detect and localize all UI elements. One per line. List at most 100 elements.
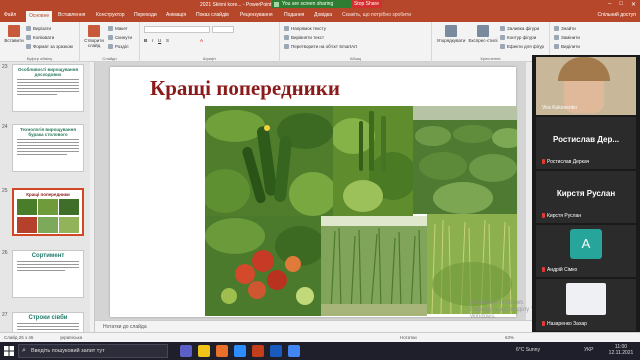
tab-file[interactable]: Файл bbox=[4, 12, 16, 18]
section-button[interactable]: Розділ bbox=[108, 44, 128, 50]
share-status-text: You are screen sharing bbox=[282, 1, 334, 7]
maximize-button[interactable]: □ bbox=[619, 1, 623, 8]
tab-help[interactable]: Довідка bbox=[314, 12, 332, 18]
participant-tile[interactable]: Назаренко Захар bbox=[536, 279, 636, 331]
participant-name: Vira Kukovenko bbox=[542, 105, 577, 111]
section-icon bbox=[108, 44, 113, 50]
weather-widget[interactable]: 6°C Sunny bbox=[516, 347, 540, 353]
participant-tile[interactable]: A Андрій Сімко bbox=[536, 225, 636, 277]
participant-video-tile[interactable]: Vira Kukovenko bbox=[536, 57, 636, 115]
tab-home[interactable]: Основне bbox=[26, 11, 53, 22]
align-text-button[interactable]: Вирівняти текст bbox=[284, 35, 324, 41]
muted-mic-icon bbox=[542, 213, 545, 219]
participant-avatar-placeholder bbox=[566, 283, 606, 315]
zoom-level[interactable]: 63% bbox=[505, 335, 514, 340]
shape-outline-button[interactable]: Контур фігури bbox=[500, 35, 536, 41]
font-color-button[interactable]: A bbox=[200, 38, 203, 43]
powerpoint-icon[interactable] bbox=[252, 345, 264, 357]
slide-thumbnail[interactable]: Особливості вирощування досходових bbox=[12, 64, 84, 112]
word-icon[interactable] bbox=[270, 345, 282, 357]
slide-thumbnails-pane[interactable]: 23 Особливості вирощування досходових 24… bbox=[0, 62, 95, 338]
new-slide-icon bbox=[88, 25, 100, 37]
thumb-title: Кращі попередники bbox=[26, 192, 70, 197]
underline-button[interactable]: U bbox=[158, 38, 161, 43]
tab-slideshow[interactable]: Показ слайдів bbox=[196, 12, 229, 18]
tab-animation[interactable]: Анімація bbox=[166, 12, 186, 18]
slide-thumbnail[interactable]: Сортимент bbox=[12, 250, 84, 298]
tomato-photo[interactable] bbox=[205, 216, 321, 316]
text-direction-button[interactable]: Напрямок тексту bbox=[284, 26, 326, 32]
shape-effects-label: Ефекти для фігур bbox=[507, 44, 545, 49]
notes-pane[interactable]: Нотатки до слайда bbox=[95, 320, 532, 332]
tab-design[interactable]: Конструктор bbox=[96, 12, 125, 18]
stop-share-button[interactable]: Stop Share bbox=[350, 0, 382, 8]
font-size-select[interactable] bbox=[212, 26, 234, 33]
quick-styles-label: Експрес-стилі bbox=[468, 38, 498, 43]
select-button[interactable]: Виділити bbox=[554, 44, 580, 50]
participant-avatar: A bbox=[570, 229, 602, 259]
new-slide-button[interactable]: Створити слайд bbox=[81, 25, 107, 48]
font-family-select[interactable] bbox=[144, 26, 210, 33]
onion-field-photo[interactable] bbox=[321, 216, 427, 316]
tab-view[interactable]: Подання bbox=[284, 12, 304, 18]
replace-icon bbox=[554, 35, 559, 41]
bold-button[interactable]: B bbox=[144, 38, 147, 43]
close-button[interactable]: ✕ bbox=[631, 1, 636, 8]
notes-toggle-button[interactable]: Нотатки bbox=[400, 335, 417, 340]
shape-fill-button[interactable]: Заливка фігури bbox=[500, 26, 539, 32]
reset-label: Скинути bbox=[115, 35, 133, 40]
tab-transitions[interactable]: Переходи bbox=[134, 12, 157, 18]
chrome-icon[interactable] bbox=[288, 345, 300, 357]
tab-review[interactable]: Рецензування bbox=[240, 12, 273, 18]
italic-button[interactable]: I bbox=[152, 38, 153, 43]
thumb-number: 27 bbox=[2, 312, 8, 318]
cut-button[interactable]: Вирізати bbox=[26, 26, 51, 32]
firefox-icon[interactable] bbox=[216, 345, 228, 357]
text-direction-icon bbox=[284, 26, 289, 32]
participant-tile[interactable]: Ростислав Дер... Ростислав Деркач bbox=[536, 117, 636, 169]
reset-button[interactable]: Скинути bbox=[108, 35, 133, 41]
slide-thumbnail-selected[interactable]: Кращі попередники bbox=[12, 188, 84, 236]
task-view-icon[interactable] bbox=[180, 345, 192, 357]
file-explorer-icon[interactable] bbox=[198, 345, 210, 357]
wheat-field-photo[interactable] bbox=[427, 214, 517, 314]
clock[interactable]: 11:00 12.11.2021 bbox=[606, 344, 636, 356]
language-switcher[interactable]: УКР bbox=[584, 347, 593, 353]
slides-group: Створити слайд Макет Скинути Розділ Слай… bbox=[80, 22, 140, 62]
fill-icon bbox=[500, 26, 505, 32]
layout-icon bbox=[108, 26, 113, 32]
share-button[interactable]: Спільний доступ bbox=[598, 12, 636, 18]
participant-tile[interactable]: Кирстя Руслан Кирстя Руслан bbox=[536, 171, 636, 223]
cucumber-photo[interactable] bbox=[205, 106, 333, 216]
windows-start-icon[interactable] bbox=[4, 346, 14, 356]
replace-label: Замінити bbox=[561, 35, 580, 40]
taskbar: ⌕ Введіть пошуковий запит тут 6°C Sunny … bbox=[0, 342, 640, 360]
paste-button[interactable]: Вставити bbox=[1, 25, 27, 43]
slide-thumbnail[interactable]: Технологія вирощування бурака столового bbox=[12, 124, 84, 172]
arrange-button[interactable]: Упорядкувати bbox=[434, 25, 468, 43]
slide-title[interactable]: Кращі попередники bbox=[150, 76, 340, 101]
shape-effects-button[interactable]: Ефекти для фігур bbox=[500, 44, 545, 50]
layout-button[interactable]: Макет bbox=[108, 26, 128, 32]
soybean-field-photo[interactable] bbox=[413, 106, 517, 214]
tab-insert[interactable]: Вставлення bbox=[58, 12, 85, 18]
copy-button[interactable]: Копіювати bbox=[26, 35, 54, 41]
zoom-icon[interactable] bbox=[234, 345, 246, 357]
participant-name: Назаренко Захар bbox=[547, 321, 587, 327]
layout-label: Макет bbox=[115, 26, 128, 31]
quick-styles-button[interactable]: Експрес-стилі bbox=[468, 25, 498, 43]
font-group: B I U S A Шрифт bbox=[140, 22, 280, 62]
bean-photo[interactable] bbox=[333, 106, 413, 216]
select-label: Виділити bbox=[561, 44, 580, 49]
language-indicator[interactable]: українська bbox=[60, 335, 82, 340]
find-button[interactable]: Знайти bbox=[554, 26, 576, 32]
tell-me-input[interactable]: Скажіть, що потрібно зробити bbox=[342, 12, 411, 18]
format-painter-button[interactable]: Формат за зразком bbox=[26, 44, 73, 50]
strikethrough-button[interactable]: S bbox=[166, 38, 169, 43]
participants-panel: Vira Kukovenko Ростислав Дер... Ростисла… bbox=[532, 55, 640, 332]
minimize-button[interactable]: – bbox=[608, 1, 611, 8]
replace-button[interactable]: Замінити bbox=[554, 35, 580, 41]
participant-name: Ростислав Деркач bbox=[547, 159, 590, 165]
smartart-button[interactable]: Перетворити на об'єкт SmartArt bbox=[284, 44, 357, 50]
taskbar-search-input[interactable]: ⌕ Введіть пошуковий запит тут bbox=[18, 344, 168, 358]
